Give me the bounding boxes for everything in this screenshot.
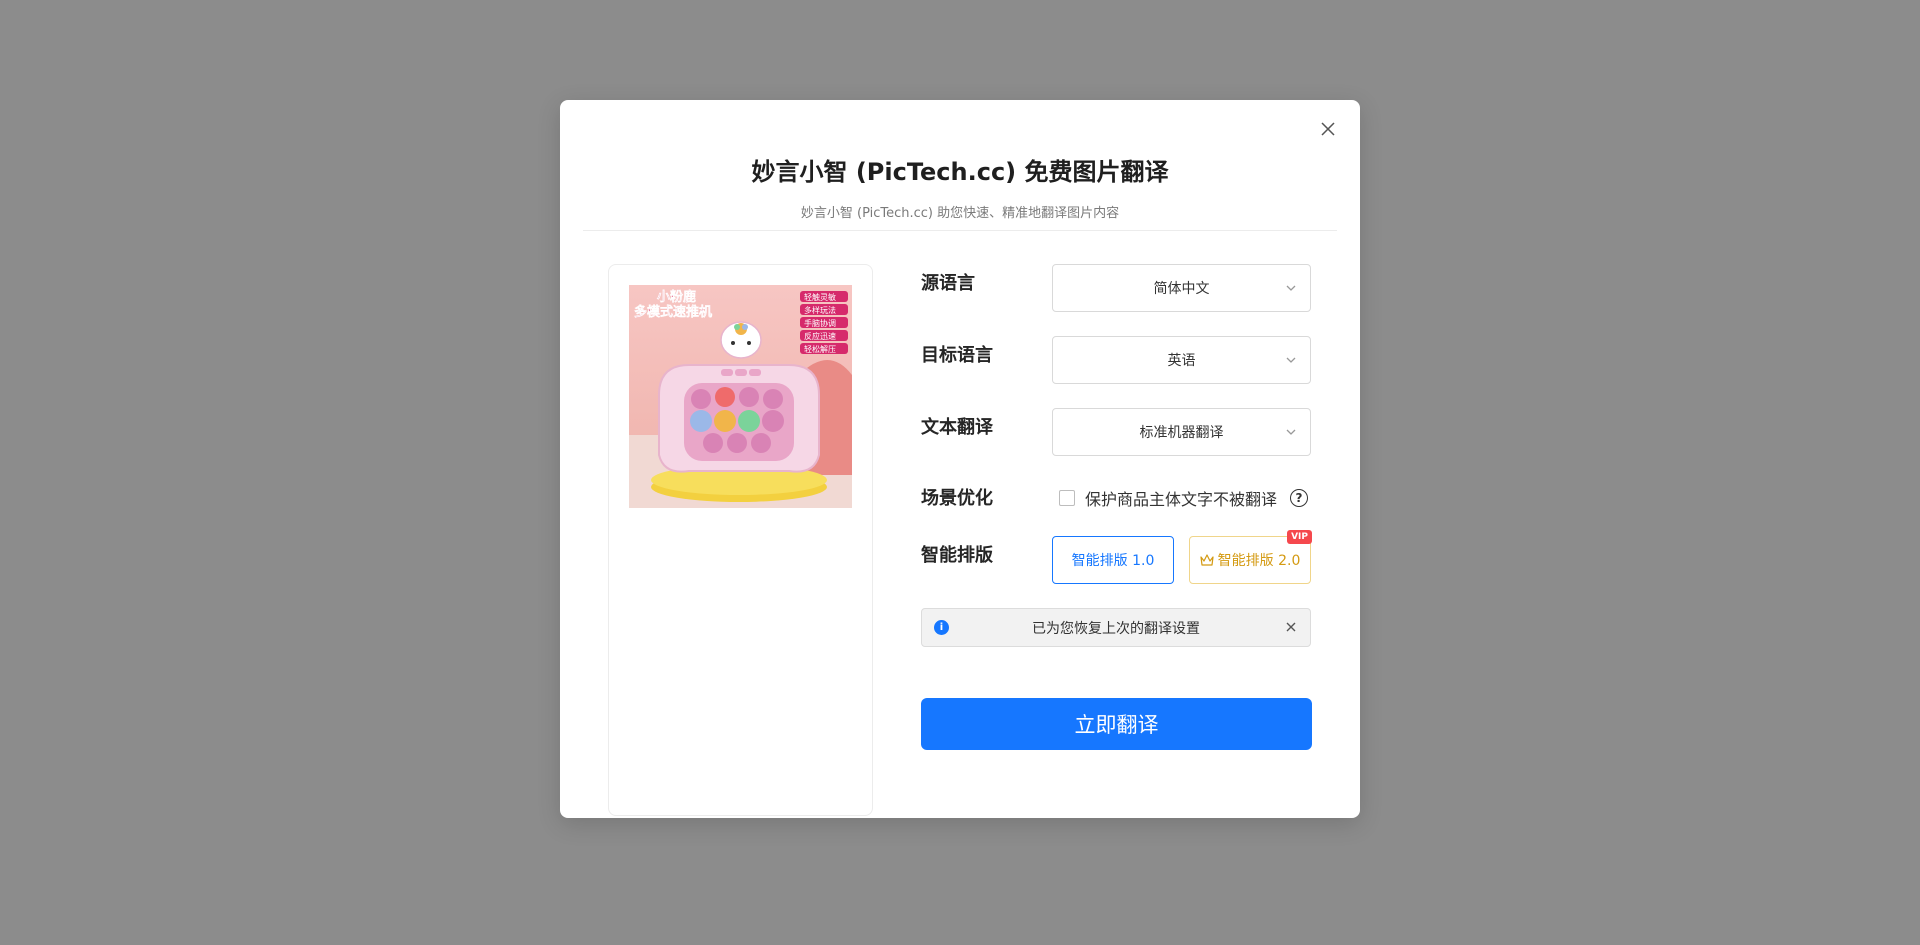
protect-text-checkbox[interactable] xyxy=(1059,490,1075,506)
source-language-value: 简体中文 xyxy=(1153,281,1210,297)
chevron-down-icon xyxy=(1286,357,1296,363)
chevron-down-icon xyxy=(1286,429,1296,435)
smart-layout-1-button[interactable]: 智能排版 1.0 xyxy=(1052,536,1174,584)
image-heading-1: 小粉鹿 xyxy=(657,289,696,305)
protect-text-label[interactable]: 保护商品主体文字不被翻译 xyxy=(1085,486,1277,510)
close-icon[interactable] xyxy=(1284,620,1298,634)
image-tag: 手脑协调 xyxy=(804,318,836,328)
image-preview-panel: 小粉鹿 多模式速推机 轻触灵敏 多样玩法 手脑协调 反应迅速 轻松解压 xyxy=(608,264,873,816)
image-tag: 多样玩法 xyxy=(804,305,836,315)
smart-layout-1-label: 智能排版 1.0 xyxy=(1071,553,1155,569)
chevron-down-icon xyxy=(1286,285,1296,291)
close-button[interactable] xyxy=(1316,117,1340,141)
dialog-subtitle: 妙言小智 (PicTech.cc) 助您快速、精准地翻译图片内容 xyxy=(800,206,1120,221)
protect-text-option: 保护商品主体文字不被翻译 ? xyxy=(1059,486,1309,510)
dialog-title: 妙言小智 (PicTech.cc) 免费图片翻译 xyxy=(751,158,1169,186)
smart-layout-2-label: 智能排版 2.0 xyxy=(1217,553,1301,569)
crown-icon xyxy=(1200,554,1214,566)
vip-badge: VIP xyxy=(1287,530,1312,544)
close-icon xyxy=(1321,122,1335,136)
product-image[interactable]: 小粉鹿 多模式速推机 轻触灵敏 多样玩法 手脑协调 反应迅速 轻松解压 xyxy=(629,285,852,508)
help-icon[interactable]: ? xyxy=(1290,489,1309,507)
translate-dialog: 妙言小智 (PicTech.cc) 免费图片翻译 妙言小智 (PicTech.c… xyxy=(560,100,1360,818)
target-language-label: 目标语言 xyxy=(921,345,993,366)
info-icon: i xyxy=(934,620,949,635)
scene-optimization-label: 场景优化 xyxy=(921,488,993,509)
notice-text: 已为您恢复上次的翻译设置 xyxy=(1032,620,1200,637)
target-language-value: 英语 xyxy=(1167,353,1196,369)
divider xyxy=(583,230,1337,231)
image-tag: 轻触灵敏 xyxy=(804,292,836,302)
source-language-label: 源语言 xyxy=(921,273,975,294)
target-language-select[interactable]: 英语 xyxy=(1052,336,1311,384)
image-tag: 反应迅速 xyxy=(804,331,836,341)
text-translation-value: 标准机器翻译 xyxy=(1139,425,1224,441)
smart-layout-2-button[interactable]: 智能排版 2.0 VIP xyxy=(1189,530,1312,584)
translate-now-label: 立即翻译 xyxy=(1074,713,1159,737)
source-language-select[interactable]: 简体中文 xyxy=(1052,264,1311,312)
translate-now-button[interactable]: 立即翻译 xyxy=(921,698,1312,750)
text-translation-label: 文本翻译 xyxy=(921,417,993,438)
image-tag: 轻松解压 xyxy=(804,344,836,354)
restore-settings-notice: i 已为您恢复上次的翻译设置 xyxy=(921,608,1311,647)
image-heading-2: 多模式速推机 xyxy=(634,304,712,320)
smart-layout-label: 智能排版 xyxy=(921,545,993,566)
text-translation-select[interactable]: 标准机器翻译 xyxy=(1052,408,1311,456)
